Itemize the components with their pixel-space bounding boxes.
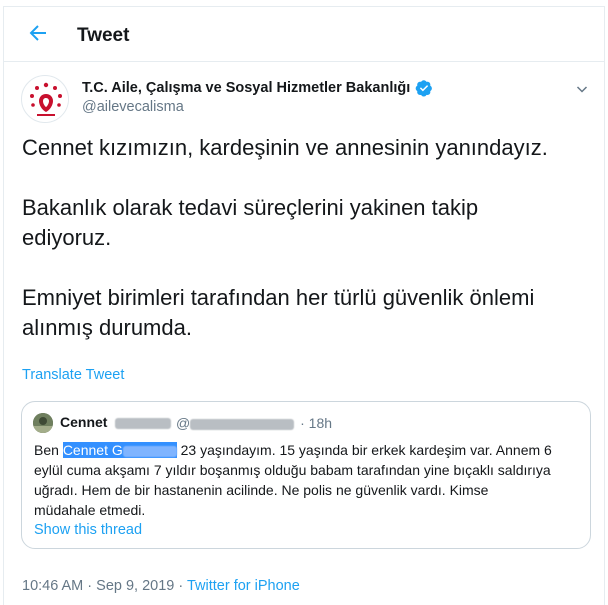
page-title: Tweet (77, 25, 130, 46)
author-handle[interactable]: @ailevecalisma (82, 99, 184, 115)
tweet-meta: 10:46 AM · Sep 9, 2019 · Twitter for iPh… (22, 578, 300, 594)
quoted-tweet[interactable]: Cennet @ · 18h Ben Cennet G 23 yaşındayı… (21, 401, 591, 549)
tweet-text-line: Bakanlık olarak tedavi süreçlerini yakin… (22, 195, 479, 220)
selected-text-highlight: Cennet G (62, 442, 177, 458)
redacted-name (115, 417, 172, 429)
chevron-down-icon[interactable] (573, 81, 591, 99)
author-name[interactable]: T.C. Aile, Çalışma ve Sosyal Hizmetler B… (82, 80, 410, 96)
verified-badge-icon (415, 79, 433, 97)
tweet-page: Tweet T.C. Aile, Çalışma ve Sosyal Hizme… (3, 6, 605, 605)
tweet-timestamp[interactable]: 10:46 AM · Sep 9, 2019 · (22, 578, 187, 594)
quoted-author-name: Cennet (60, 414, 172, 430)
quoted-author-avatar (33, 413, 53, 433)
ministry-logo-icon (24, 78, 68, 122)
author-avatar[interactable] (21, 75, 69, 123)
quoted-handle-prefix: @ (176, 415, 191, 431)
tweet-text-line: ediyoruz. (22, 225, 112, 250)
tweet-source-link[interactable]: Twitter for iPhone (187, 578, 300, 594)
tweet-text-line: Emniyet birimleri tarafından her türlü g… (22, 285, 535, 310)
translate-tweet-link[interactable]: Translate Tweet (22, 367, 124, 383)
redacted-handle (190, 418, 295, 430)
tweet-text-line: alınmış durumda. (22, 315, 192, 340)
quoted-text: Ben Cennet G 23 yaşındayım. 15 yaşında b… (34, 442, 552, 518)
quoted-time: 18h (308, 415, 333, 431)
tweet-text-line: Cennet kızımızın, kardeşinin ve annesini… (22, 135, 548, 160)
page-header: Tweet (4, 7, 604, 62)
back-arrow-icon[interactable] (26, 21, 50, 45)
quoted-author-first-name: Cennet (60, 414, 108, 430)
quoted-author-meta: @ · 18h (176, 415, 333, 431)
show-thread-link[interactable]: Show this thread (34, 522, 142, 538)
